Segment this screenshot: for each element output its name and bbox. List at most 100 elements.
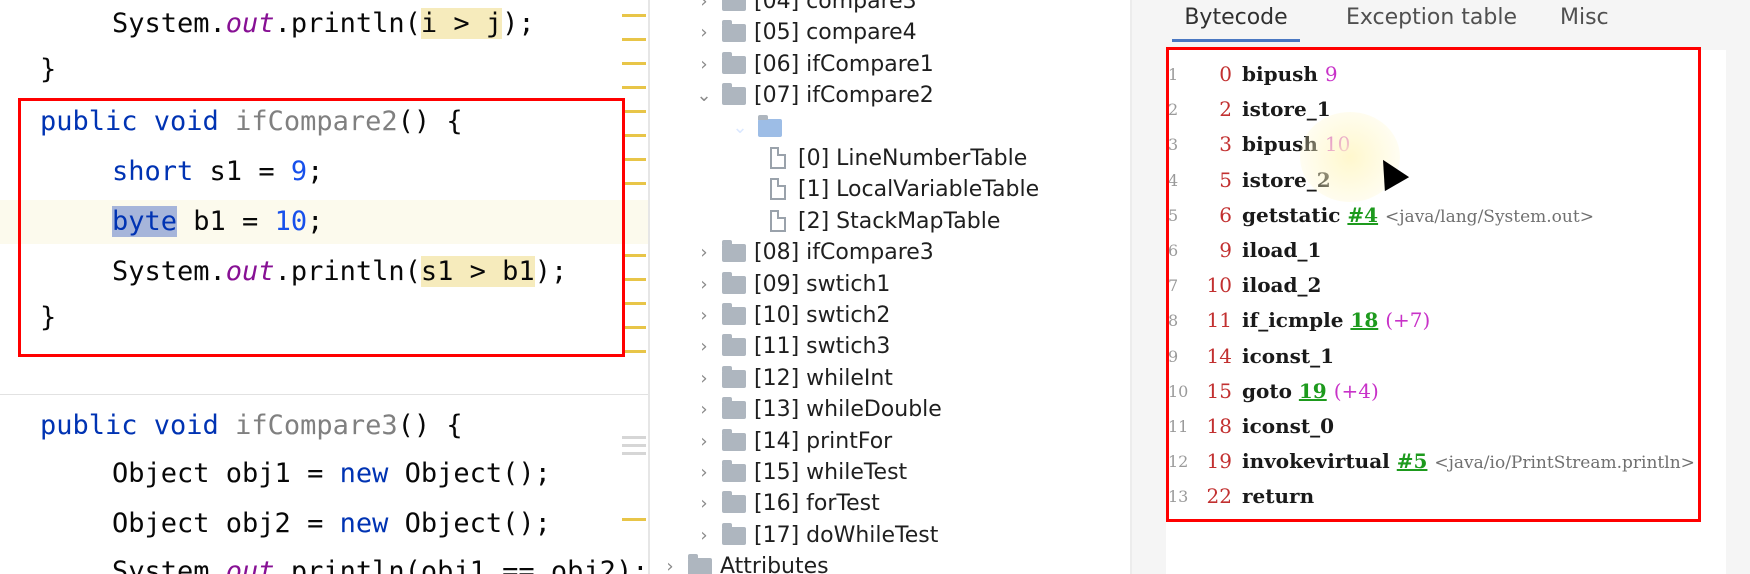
chevron-down-icon[interactable]: ⌄ — [694, 80, 714, 112]
tab-bar: Bytecode Exception table Misc — [1132, 0, 1750, 42]
chevron-right-icon[interactable]: › — [694, 488, 714, 520]
code-token: ); — [502, 8, 535, 39]
chevron-right-icon[interactable]: › — [694, 520, 714, 552]
chevron-right-icon[interactable]: › — [694, 331, 714, 363]
file-icon — [770, 147, 786, 169]
chevron-right-icon[interactable]: › — [694, 457, 714, 489]
chevron-right-icon[interactable]: › — [694, 49, 714, 81]
chevron-right-icon[interactable]: › — [694, 363, 714, 395]
tree-node-label: [06] ifCompare1 — [754, 52, 934, 77]
tree-node-label: [14] printFor — [754, 429, 893, 454]
folder-icon — [722, 20, 746, 42]
tree-node[interactable]: › [04] compare3 — [694, 0, 1130, 18]
code-token: Object obj2 = — [112, 508, 340, 539]
method-separator — [0, 394, 648, 395]
tree-node[interactable]: › [16] forTest — [694, 488, 1130, 520]
tree-node-label: [12] whileInt — [754, 366, 893, 391]
highlight-box-bytecode — [1166, 47, 1701, 522]
code-token: new — [339, 458, 405, 489]
tree-node-label: [17] doWhileTest — [754, 523, 939, 548]
tree-node-label: [1] LocalVariableTable — [798, 177, 1040, 202]
tree-node-label: [08] ifCompare3 — [754, 240, 934, 265]
chevron-right-icon[interactable]: › — [694, 426, 714, 458]
folder-icon — [688, 554, 712, 574]
tree-node-label: [13] whileDouble — [754, 397, 942, 422]
tree-node[interactable]: › [12] whileInt — [694, 363, 1130, 395]
folder-icon — [722, 366, 746, 388]
code-line[interactable]: Object obj1 = new Object(); — [0, 452, 648, 496]
chevron-right-icon[interactable]: › — [694, 300, 714, 332]
tree-node-label: [15] whileTest — [754, 460, 908, 485]
folder-icon — [722, 0, 746, 11]
code-line[interactable]: System.out.println(obj1 == obj2); — [0, 550, 648, 574]
tree-node-label: [2] StackMapTable — [798, 209, 1001, 234]
folder-icon — [722, 397, 746, 419]
file-icon — [770, 178, 786, 200]
folder-icon — [722, 83, 746, 105]
tree-node[interactable]: ⌄ [07] ifCompare2 — [694, 80, 1130, 112]
chevron-right-icon[interactable]: › — [660, 551, 680, 574]
chevron-down-icon[interactable]: ⌄ — [730, 112, 750, 144]
folder-icon — [722, 429, 746, 451]
code-line[interactable]: Object obj2 = new Object(); — [0, 502, 648, 546]
code-line[interactable]: public void ifCompare3() { — [0, 404, 648, 448]
tree-node[interactable]: › [17] doWhileTest — [694, 520, 1130, 552]
code-token: i > j — [420, 8, 503, 39]
tree-node-label: Attributes — [720, 554, 829, 574]
chevron-right-icon[interactable]: › — [694, 237, 714, 269]
code-token: () { — [397, 410, 463, 441]
code-token: System. — [112, 8, 226, 39]
tab-exception-table[interactable]: Exception table — [1346, 0, 1517, 42]
tree-node[interactable]: [2] StackMapTable — [766, 206, 1130, 238]
tree-node-label: [16] forTest — [754, 491, 880, 516]
tree-node[interactable]: › [06] ifCompare1 — [694, 49, 1130, 81]
tree-node-label: [07] ifCompare2 — [754, 83, 934, 108]
tree-node[interactable]: › [08] ifCompare3 — [694, 237, 1130, 269]
code-token: Object(); — [404, 508, 551, 539]
tree-node[interactable]: › [09] swtich1 — [694, 269, 1130, 301]
tree-node-label: [05] compare4 — [754, 20, 917, 45]
tab-misc[interactable]: Misc — [1560, 0, 1609, 42]
folder-icon — [722, 240, 746, 262]
folder-icon — [722, 460, 746, 482]
tree-node[interactable]: › [11] swtich3 — [694, 331, 1130, 363]
code-token: out — [225, 8, 275, 39]
folder-icon — [722, 334, 746, 356]
tree-node[interactable]: › [10] swtich2 — [694, 300, 1130, 332]
highlight-box-source — [18, 98, 625, 357]
folder-icon — [758, 115, 782, 137]
tree-node[interactable]: › [05] compare4 — [694, 17, 1130, 49]
code-token: public void — [40, 410, 236, 441]
folder-icon — [722, 303, 746, 325]
tab-bytecode[interactable]: Bytecode — [1172, 0, 1300, 42]
tree-node-label: [09] swtich1 — [754, 272, 891, 297]
chevron-right-icon[interactable]: › — [694, 394, 714, 426]
tree-node[interactable]: › [14] printFor — [694, 426, 1130, 458]
folder-icon — [722, 272, 746, 294]
code-token: Object obj1 = — [112, 458, 340, 489]
folder-icon — [722, 491, 746, 513]
tree-node[interactable]: › Attributes — [660, 551, 1130, 574]
code-token: .println( — [274, 8, 421, 39]
chevron-right-icon[interactable]: › — [694, 17, 714, 49]
tree-node[interactable]: ⌄ [0] Code — [730, 112, 1130, 144]
code-token: new — [339, 508, 405, 539]
code-line[interactable]: } — [0, 48, 648, 92]
tree-node-label: [11] swtich3 — [754, 334, 891, 359]
code-line[interactable]: System.out.println(i > j); — [0, 2, 648, 46]
tree-node[interactable]: › [15] whileTest — [694, 457, 1130, 489]
code-token: } — [40, 54, 57, 85]
code-token: System. — [112, 556, 226, 574]
folder-icon — [722, 52, 746, 74]
tree-node[interactable]: [0] LineNumberTable — [766, 143, 1130, 175]
code-token: ifCompare3 — [235, 410, 398, 441]
chevron-right-icon[interactable]: › — [694, 269, 714, 301]
code-token: .println(obj1 == obj2); — [274, 556, 648, 574]
tree-node-label: [10] swtich2 — [754, 303, 891, 328]
folder-icon — [722, 523, 746, 545]
tree-node[interactable]: › [13] whileDouble — [694, 394, 1130, 426]
class-structure-tree[interactable]: › [04] compare3 › [05] compare4 › [06] ifComp… — [650, 0, 1130, 574]
chevron-right-icon[interactable]: › — [694, 0, 714, 18]
tree-node-label: [0] Code — [790, 115, 885, 140]
tree-node[interactable]: [1] LocalVariableTable — [766, 174, 1130, 206]
